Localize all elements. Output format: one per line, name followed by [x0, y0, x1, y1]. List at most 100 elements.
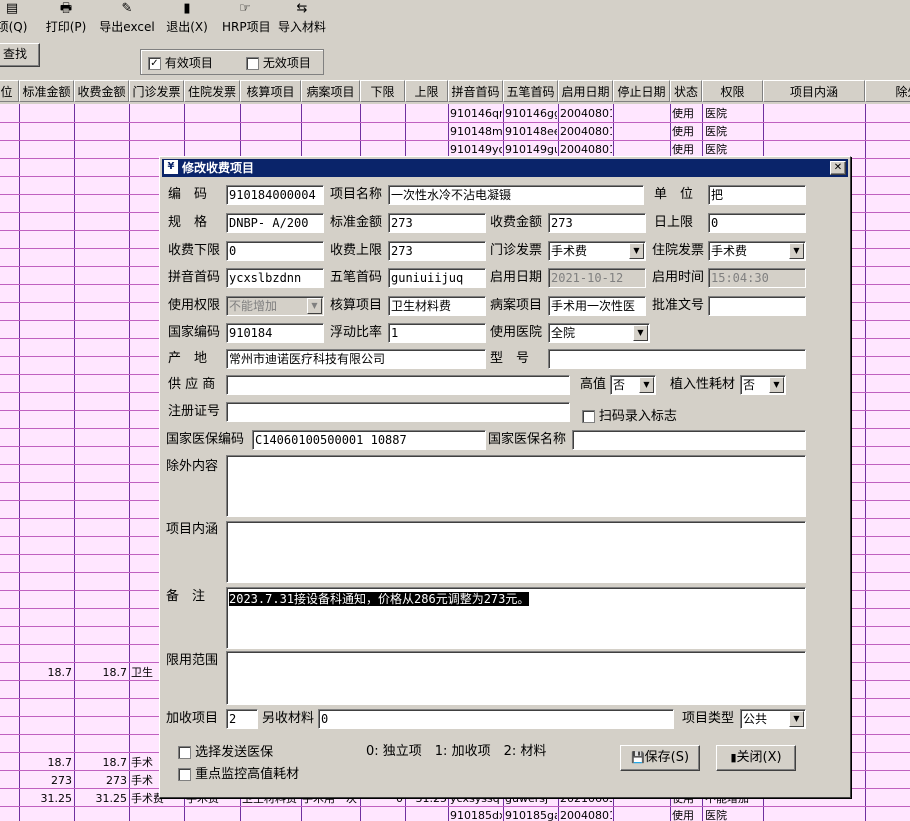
high-value-select[interactable]: 否 ▼	[610, 375, 656, 395]
print-button[interactable]: 🖶 打印(P)	[42, 0, 90, 38]
column-header[interactable]: 上限	[405, 80, 448, 102]
column-header[interactable]: 位	[0, 80, 19, 102]
grid-cell: 医院	[705, 125, 727, 138]
insurance-name-field[interactable]	[572, 430, 806, 450]
chevron-down-icon[interactable]: ▼	[639, 377, 654, 393]
column-header[interactable]: 状态	[670, 80, 702, 102]
name-field[interactable]: 一次性水冷不沾电凝镊	[388, 185, 644, 205]
origin-field[interactable]: 常州市迪诺医疗科技有限公司	[226, 349, 486, 369]
exclusion-textarea[interactable]	[226, 455, 806, 517]
valid-items-checkbox[interactable]: ✓ 有效项目	[148, 54, 213, 71]
day-max-field[interactable]: 0	[708, 213, 806, 233]
insurance-name-label: 国家医保名称	[488, 432, 567, 447]
permission-select: 不能增加 ▼	[226, 296, 324, 316]
dialog-titlebar[interactable]: ¥ 修改收费项目 ✕	[162, 159, 848, 177]
column-header[interactable]: 病案项目	[301, 80, 360, 102]
model-field[interactable]	[548, 349, 806, 369]
case-item-field[interactable]: 手术用一次性医	[548, 296, 646, 316]
limit-scope-label: 限用范围	[166, 653, 219, 668]
inpatient-invoice-select[interactable]: 手术费 ▼	[708, 241, 806, 261]
grid-cell: 31.25	[40, 792, 73, 805]
implant-select[interactable]: 否 ▼	[740, 375, 786, 395]
filter-bar: 查找 ✓ 有效项目 无效项目	[0, 40, 910, 78]
column-header[interactable]: 项目内涵	[763, 80, 865, 102]
invalid-items-checkbox[interactable]: 无效项目	[246, 54, 311, 71]
monitor-highvalue-checkbox[interactable]: 重点监控高值耗材	[178, 763, 299, 782]
day-max-label: 日上限	[654, 215, 694, 230]
grid-cell: 18.7	[102, 666, 128, 679]
printer-icon: 🖶	[59, 1, 73, 16]
grid-cell: 20040801	[560, 125, 612, 138]
close-icon[interactable]: ✕	[830, 161, 846, 175]
column-header[interactable]: 停止日期	[613, 80, 670, 102]
save-button[interactable]: 💾保存(S)	[620, 745, 700, 771]
close-button[interactable]: ▮关闭(X)	[716, 745, 796, 771]
column-header[interactable]: 除外	[865, 80, 910, 102]
registration-field[interactable]	[226, 402, 570, 422]
column-header[interactable]: 拼音首码	[448, 80, 503, 102]
hospital-select[interactable]: 全院 ▼	[548, 323, 650, 343]
column-header[interactable]: 权限	[702, 80, 763, 102]
edit-fee-item-dialog: ¥ 修改收费项目 ✕ 编 码 910184000004 项目名称 一次性水冷不沾…	[159, 156, 851, 798]
fee-min-field[interactable]: 0	[226, 241, 324, 261]
exit-button[interactable]: ▮ 退出(X)	[164, 0, 210, 38]
pinyin-field[interactable]: ycxslbzdnn	[226, 268, 324, 288]
app-icon: ¥	[164, 160, 178, 174]
toolbar-item-button[interactable]: ▤ 项(Q)	[0, 0, 32, 38]
connotation-textarea[interactable]	[226, 521, 806, 583]
column-header[interactable]: 标准金额	[19, 80, 74, 102]
chevron-down-icon[interactable]: ▼	[789, 243, 804, 259]
national-code-field[interactable]: 910184	[226, 323, 324, 343]
supplier-field[interactable]	[226, 375, 570, 395]
item-type-select[interactable]: 公共 ▼	[740, 709, 806, 729]
fee-amount-field[interactable]: 273	[548, 213, 646, 233]
send-insurance-checkbox[interactable]: 选择发送医保	[178, 741, 273, 760]
national-code-label: 国家编码	[168, 325, 221, 340]
column-header[interactable]: 启用日期	[558, 80, 613, 102]
fee-max-field[interactable]: 273	[388, 241, 486, 261]
supplier-label: 供 应 商	[168, 377, 216, 392]
addon-field[interactable]: 2	[226, 709, 258, 729]
column-header[interactable]: 住院发票	[184, 80, 240, 102]
code-field[interactable]: 910184000004	[226, 185, 324, 205]
checkbox-box	[582, 410, 595, 423]
fee-min-label: 收费下限	[168, 243, 221, 258]
spec-field[interactable]: DNBP- A/200	[226, 213, 324, 233]
column-header[interactable]: 门诊发票	[129, 80, 184, 102]
column-header[interactable]: 核算项目	[240, 80, 301, 102]
chevron-down-icon[interactable]: ▼	[629, 243, 644, 259]
limit-scope-textarea[interactable]	[226, 651, 806, 705]
chevron-down-icon[interactable]: ▼	[769, 377, 784, 393]
export-excel-button[interactable]: ✎ 导出excel	[98, 0, 156, 38]
import-material-button[interactable]: ⇆ 导入材料	[276, 0, 328, 38]
grid-cell: 273	[106, 774, 127, 787]
float-ratio-label: 浮动比率	[330, 325, 383, 340]
float-ratio-field[interactable]: 1	[388, 323, 486, 343]
chevron-down-icon[interactable]: ▼	[789, 711, 804, 727]
chevron-down-icon[interactable]: ▼	[633, 325, 648, 341]
accounting-item-field[interactable]: 卫生材料费	[388, 296, 486, 316]
unit-field[interactable]: 把	[708, 185, 806, 205]
hrp-button[interactable]: ☞ HRP项目	[222, 0, 271, 38]
column-header[interactable]: 下限	[360, 80, 405, 102]
std-amount-field[interactable]: 273	[388, 213, 486, 233]
spec-label: 规 格	[168, 215, 208, 230]
accounting-item-label: 核算项目	[330, 298, 383, 313]
outpatient-invoice-select[interactable]: 手术费 ▼	[548, 241, 646, 261]
note-text: 2023.7.31接设备科通知，价格从286元调整为273元。	[229, 592, 530, 606]
column-header[interactable]: 五笔首码	[503, 80, 558, 102]
pinyin-label: 拼音首码	[168, 270, 221, 285]
note-textarea[interactable]: 2023.7.31接设备科通知，价格从286元调整为273元。	[226, 587, 806, 649]
scan-entry-checkbox[interactable]: 扫码录入标志	[582, 405, 677, 424]
approval-field[interactable]	[708, 296, 806, 316]
item-type-label: 项目类型	[682, 711, 735, 726]
insurance-code-field[interactable]: C14060100500001 10887	[252, 430, 486, 450]
registration-label: 注册证号	[168, 404, 221, 419]
start-time-field: 15:04:30	[708, 268, 806, 288]
wubi-field[interactable]: guniuiijuq	[388, 268, 486, 288]
search-button[interactable]: 查找	[0, 43, 40, 67]
column-header[interactable]: 收费金额	[74, 80, 129, 102]
fee-amount-label: 收费金额	[490, 215, 543, 230]
other-material-field[interactable]: 0	[318, 709, 674, 729]
grid-cell: 20040801	[560, 107, 612, 120]
